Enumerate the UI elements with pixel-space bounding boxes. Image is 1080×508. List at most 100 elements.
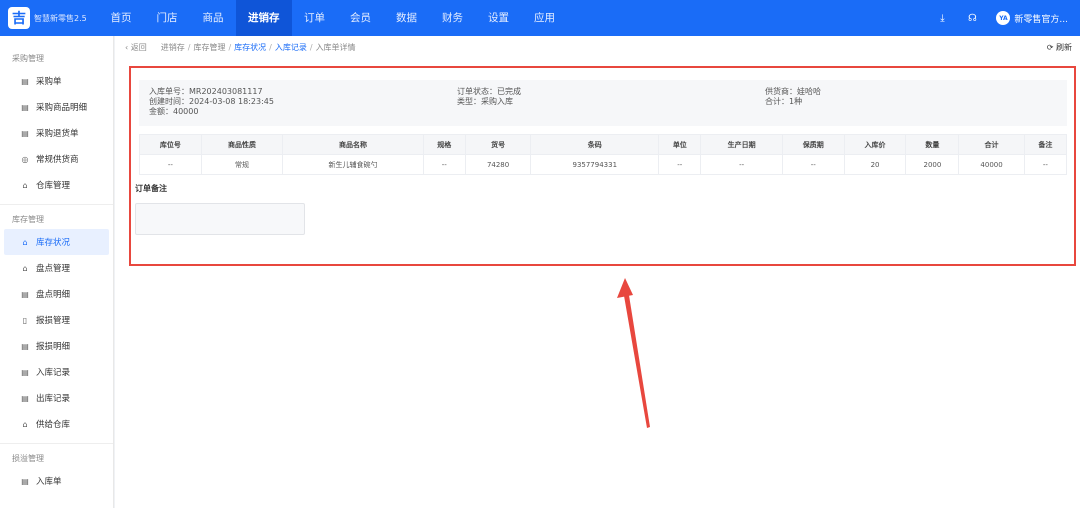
- nav-item[interactable]: 商品: [190, 0, 236, 36]
- sidebar-item-label: 采购单: [36, 77, 62, 87]
- nav-item[interactable]: 设置: [476, 0, 522, 36]
- sidebar-item-label: 报损管理: [36, 316, 71, 326]
- table-body: -- 常规 新生儿辅食碗勺 -- 74280 9357794331 -- -- -- 20 2000…: [139, 154, 1068, 175]
- sidebar-item[interactable]: ▤ 报损明细: [4, 333, 109, 359]
- sidebar-item-label: 常规供货商: [36, 155, 79, 165]
- sidebar-item-icon: ⌂: [22, 263, 28, 273]
- table-column-header: 合计: [958, 134, 1025, 155]
- table-column-header: 货号: [464, 134, 532, 155]
- breadcrumb-separator: /: [228, 42, 232, 52]
- sidebar-item-icon: ▤: [21, 76, 29, 86]
- sidebar-item-icon: ◎: [21, 154, 29, 164]
- nav-item[interactable]: 财务: [430, 0, 476, 36]
- sidebar-item[interactable]: ⌂ 仓库管理: [4, 172, 109, 198]
- sidebar-item[interactable]: ◎ 常规供货商: [4, 146, 109, 172]
- supplier: 供货商：娃哈哈: [765, 87, 821, 96]
- nav-item[interactable]: 订单: [292, 0, 338, 36]
- app-logo[interactable]: 吉: [8, 7, 30, 29]
- table-column-header: 单位: [658, 134, 702, 155]
- sidebar-item-icon: ⌂: [22, 237, 28, 247]
- sidebar-item-label: 盘点管理: [36, 264, 71, 274]
- table-cell: 20: [843, 154, 907, 175]
- order-number: 入库单号：MR202403081117: [149, 87, 263, 96]
- table-column-header: 生产日期: [700, 134, 783, 155]
- sidebar: 采购管理 ▤ 采购单 ▤ 采购商品明细 ▤ 采购退货单 ◎ 常规供货商 ⌂ 仓库管理 库存管理 ⌂ 库存状…: [0, 36, 114, 508]
- back-label: 返回: [130, 42, 147, 52]
- sidebar-item-label: 供给仓库: [36, 420, 71, 430]
- breadcrumb-item[interactable]: 入库记录: [275, 43, 307, 52]
- amount: 金额：40000: [149, 107, 199, 116]
- sidebar-item-icon: ▤: [21, 128, 29, 138]
- sidebar-item[interactable]: ▤ 盘点明细: [4, 281, 109, 307]
- sidebar-item-label: 入库单: [36, 477, 62, 487]
- remark-title: 订单备注: [135, 184, 167, 193]
- sidebar-item-label: 仓库管理: [36, 181, 71, 191]
- sidebar-item-label: 入库记录: [36, 368, 71, 378]
- sidebar-item[interactable]: ⌂ 库存状况: [4, 229, 109, 255]
- sidebar-item-icon: ⌂: [22, 180, 28, 190]
- main-nav: 首页 门店 商品 进销存 订单 会员 数据 财务 设置 应用: [98, 0, 568, 36]
- download-icon[interactable]: ⤓: [936, 13, 948, 24]
- table-column-header: 规格: [422, 134, 466, 155]
- sidebar-item-icon: ▤: [21, 367, 29, 377]
- sidebar-item[interactable]: ⌂ 供给仓库: [4, 411, 109, 437]
- sidebar-item-label: 库存状况: [36, 238, 71, 248]
- headset-icon[interactable]: ☊: [966, 13, 978, 24]
- breadcrumb-item[interactable]: 库存管理: [193, 43, 225, 52]
- breadcrumb-separator: /: [187, 42, 191, 52]
- remark-input[interactable]: [135, 203, 305, 235]
- breadcrumb-item[interactable]: 库存状况: [234, 43, 266, 52]
- breadcrumb-item[interactable]: 进销存: [161, 43, 185, 52]
- nav-item[interactable]: 进销存: [236, 0, 292, 36]
- user-name[interactable]: 新零售官方...: [1014, 12, 1068, 25]
- table-cell: 2000: [905, 154, 960, 175]
- nav-item[interactable]: 应用: [522, 0, 568, 36]
- sidebar-item[interactable]: ▯ 报损管理: [4, 307, 109, 333]
- content-area: 入库单号：MR202403081117 创建时间：2024-03-08 18:2…: [115, 58, 1080, 508]
- sidebar-item[interactable]: ▤ 入库单: [4, 468, 109, 494]
- sidebar-divider: [0, 204, 113, 205]
- order-status: 订单状态：已完成: [457, 87, 521, 96]
- table-row: -- 常规 新生儿辅食碗勺 -- 74280 9357794331 -- -- -- 20 2000…: [139, 154, 1068, 175]
- sidebar-item-label: 采购商品明细: [36, 103, 88, 113]
- table-cell: --: [658, 154, 702, 175]
- sidebar-group-title: 库存管理: [12, 215, 44, 224]
- sidebar-item[interactable]: ▤ 采购单: [4, 68, 109, 94]
- sidebar-item[interactable]: ▤ 采购商品明细: [4, 94, 109, 120]
- info-col-2: 订单状态：已完成 类型：采购入库: [457, 87, 521, 107]
- table-column-header: 数量: [905, 134, 960, 155]
- nav-item[interactable]: 数据: [384, 0, 430, 36]
- created-time: 创建时间：2024-03-08 18:23:45: [149, 97, 274, 106]
- sidebar-item[interactable]: ▤ 采购退货单: [4, 120, 109, 146]
- sidebar-item-icon: ▤: [21, 393, 29, 403]
- sidebar-item[interactable]: ▤ 入库记录: [4, 359, 109, 385]
- refresh-button[interactable]: ⟳ 刷新: [1047, 42, 1072, 53]
- refresh-icon: ⟳: [1046, 42, 1054, 52]
- top-right-tools: ⤓ ☊ YA 新零售官方...: [936, 0, 1080, 36]
- nav-item[interactable]: 门店: [144, 0, 190, 36]
- breadcrumb-separator: /: [309, 42, 313, 52]
- sidebar-item-label: 出库记录: [36, 394, 71, 404]
- info-col-3: 供货商：娃哈哈 合计：1种: [765, 87, 821, 107]
- table-cell: --: [139, 154, 202, 175]
- highlight-box: 入库单号：MR202403081117 创建时间：2024-03-08 18:2…: [129, 66, 1076, 266]
- table-cell: --: [781, 154, 845, 175]
- breadcrumb-item: 入库单详情: [315, 42, 356, 52]
- top-nav-bar: 吉 智慧新零售2.5 首页 门店 商品 进销存 订单 会员 数据 财务 设置 应用 ⤓ ☊ YA …: [0, 0, 1080, 36]
- table-cell: --: [422, 154, 466, 175]
- table-column-header: 商品名称: [282, 134, 424, 155]
- sidebar-group-title: 采购管理: [12, 54, 44, 63]
- sidebar-item-icon: ▤: [21, 341, 29, 351]
- app-name: 智慧新零售2.5: [34, 13, 87, 23]
- items-table: 库位号 商品性质 商品名称 规格 货号 条码 单位 生产日期 保质期 入库价 数量 合计 备注 -- 常规…: [139, 134, 1068, 175]
- sidebar-item[interactable]: ▤ 出库记录: [4, 385, 109, 411]
- order-type: 类型：采购入库: [457, 97, 513, 106]
- sidebar-item-label: 采购退货单: [36, 129, 79, 139]
- nav-item[interactable]: 首页: [98, 0, 144, 36]
- avatar[interactable]: YA: [996, 11, 1011, 25]
- back-link[interactable]: ‹ 返回: [125, 42, 147, 53]
- sidebar-item[interactable]: ⌂ 盘点管理: [4, 255, 109, 281]
- nav-item[interactable]: 会员: [338, 0, 384, 36]
- info-col-1: 入库单号：MR202403081117 创建时间：2024-03-08 18:2…: [149, 87, 274, 117]
- sidebar-item-icon: ▤: [21, 476, 29, 486]
